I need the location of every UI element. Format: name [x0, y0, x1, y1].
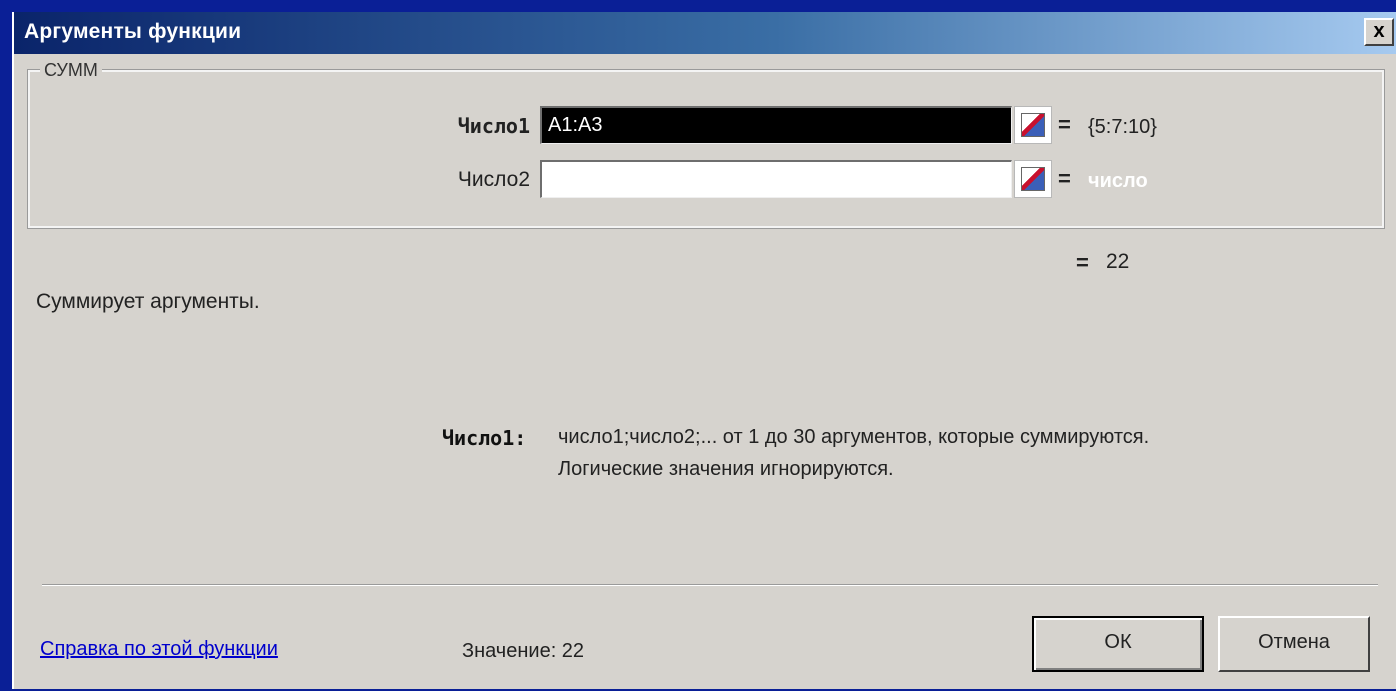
- cancel-button[interactable]: Отмена: [1218, 616, 1370, 672]
- arg1-equals: =: [1058, 112, 1071, 137]
- divider: [42, 584, 1378, 586]
- arg2-input[interactable]: [540, 160, 1012, 198]
- formula-value: Значение: 22: [462, 640, 585, 662]
- total-equals: =: [1076, 250, 1089, 275]
- close-button[interactable]: x: [1364, 18, 1394, 46]
- arg2-label: Число2: [457, 168, 530, 191]
- argument-help-text: число1;число2;... от 1 до 30 аргументов,…: [558, 426, 1150, 448]
- ok-button[interactable]: ОК: [1032, 616, 1204, 672]
- arg1-label: Число1: [457, 114, 530, 138]
- arg1-result: {5:7:10}: [1088, 116, 1157, 138]
- screen-background: Аргументы функции x СУММ Число1 A1:A3 = …: [0, 0, 1396, 691]
- arg1-value: A1:A3: [548, 114, 603, 136]
- arg1-collapse-button[interactable]: [1014, 106, 1052, 144]
- arg2-collapse-button[interactable]: [1014, 160, 1052, 198]
- function-arguments-group: СУММ: [27, 60, 1385, 229]
- total-value: 22: [1106, 250, 1130, 273]
- help-link[interactable]: Справка по этой функции: [40, 638, 278, 661]
- argument-help-label: Число1:: [442, 426, 527, 450]
- arg1-input[interactable]: A1:A3: [540, 106, 1012, 144]
- function-description: Суммирует аргументы.: [36, 290, 260, 313]
- window-title: Аргументы функции: [24, 20, 242, 43]
- arg2-result: число: [1088, 170, 1148, 192]
- function-name: СУММ: [40, 60, 102, 81]
- range-select-icon: [1021, 167, 1045, 191]
- range-select-icon: [1021, 113, 1045, 137]
- argument-help-note: Логические значения игнорируются.: [558, 458, 894, 480]
- close-icon: x: [1373, 20, 1385, 42]
- function-arguments-dialog: Аргументы функции x СУММ Число1 A1:A3 = …: [12, 12, 1396, 689]
- arg2-equals: =: [1058, 166, 1071, 191]
- title-bar[interactable]: Аргументы функции x: [14, 12, 1396, 54]
